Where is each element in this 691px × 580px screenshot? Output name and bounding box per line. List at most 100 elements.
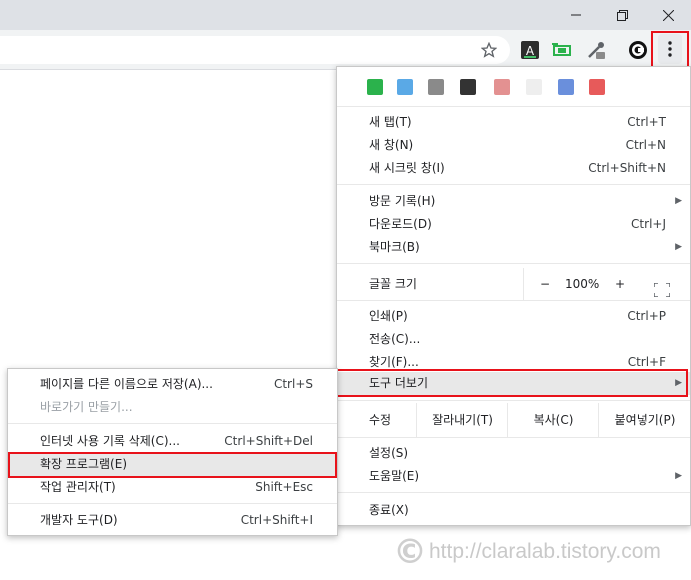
menu-item-find[interactable]: 찾기(F)... Ctrl+F [337,351,690,374]
menu-item-cast[interactable]: 전송(C)... [337,328,690,351]
menu-item-print[interactable]: 인쇄(P) Ctrl+P [337,305,690,328]
menu-item-shortcut: Ctrl+P [627,309,666,323]
zoom-out-button[interactable]: − [540,268,550,300]
extension-c-button[interactable] [626,38,650,62]
restore-button[interactable] [599,0,645,30]
menu-separator [337,400,690,401]
extension-swatch[interactable] [494,79,510,95]
menu-item-new-tab[interactable]: 새 탭(T) Ctrl+T [337,111,690,134]
menu-separator [8,503,337,504]
menu-item-bookmarks[interactable]: 북마크(B) ▶ [337,236,690,259]
chrome-menu-button[interactable] [658,34,682,64]
menu-item-label: 찾기(F)... [369,355,419,369]
fullscreen-icon [653,282,671,298]
copy-button[interactable]: 복사(C) [507,403,599,437]
menu-separator [337,106,690,107]
menu-separator [337,492,690,493]
extension-swatches [337,67,690,105]
submenu-item-shortcut: Shift+Esc [255,480,313,494]
menu-item-settings[interactable]: 설정(S) [337,442,690,465]
menu-separator [337,184,690,185]
menu-item-shortcut: Ctrl+N [625,138,666,152]
submenu-item-extensions[interactable]: 확장 프로그램(E) [8,453,337,476]
menu-item-new-window[interactable]: 새 창(N) Ctrl+N [337,134,690,157]
menu-item-label: 설정(S) [369,446,409,460]
submenu-item-label: 작업 관리자(T) [40,480,116,494]
extension-swatch[interactable] [428,79,444,95]
submenu-item-dev-tools[interactable]: 개발자 도구(D) Ctrl+Shift+I [8,509,337,532]
extension-c-icon [629,41,647,59]
menu-item-shortcut: Ctrl+J [631,217,666,231]
chrome-main-menu: 새 탭(T) Ctrl+T 새 창(N) Ctrl+N 새 시크릿 창(I) C… [336,66,691,526]
extension-a-icon: A [521,41,539,59]
submenu-item-clear-data[interactable]: 인터넷 사용 기록 삭제(C)... Ctrl+Shift+Del [8,430,337,453]
menu-item-label: 방문 기록(H) [369,194,436,208]
submenu-item-task-manager[interactable]: 작업 관리자(T) Shift+Esc [8,476,337,499]
submenu-item-shortcut: Ctrl+Shift+Del [224,434,313,448]
edit-row: 수정 잘라내기(T) 복사(C) 붙여넣기(P) [337,403,690,437]
edit-label: 수정 [369,413,392,427]
menu-item-label: 새 창(N) [369,138,414,152]
extension-swatch[interactable] [558,79,574,95]
fullscreen-button[interactable] [653,277,671,298]
menu-item-label: 새 시크릿 창(I) [369,161,445,175]
zoom-controls: − 100% + [523,268,691,300]
extension-swatch[interactable] [397,79,413,95]
minimize-button[interactable] [553,0,599,30]
menu-item-downloads[interactable]: 다운로드(D) Ctrl+J [337,213,690,236]
extension-swatch[interactable] [589,79,605,95]
watermark-text: http://claralab.tistory.com [429,540,661,563]
menu-separator [337,437,690,438]
menu-separator [337,263,690,264]
submenu-arrow-icon: ▶ [675,378,682,388]
watermark: © http://claralab.tistory.com [393,532,661,572]
menu-item-shortcut: Ctrl+Shift+N [588,161,666,175]
menu-item-label: 북마크(B) [369,240,420,254]
title-bar [0,0,691,30]
menu-item-more-tools[interactable]: 도구 더보기 ▶ [337,372,690,395]
extension-swatch[interactable] [460,79,476,95]
minimize-icon [571,14,581,16]
submenu-item-label: 개발자 도구(D) [40,513,118,527]
extension-swatch[interactable] [526,79,542,95]
submenu-arrow-icon: ▶ [675,242,682,252]
submenu-arrow-icon: ▶ [675,471,682,481]
menu-item-label: 종료(X) [369,503,409,517]
address-bar[interactable] [0,36,510,64]
submenu-item-shortcut: Ctrl+Shift+I [240,513,313,527]
zoom-in-button[interactable]: + [615,268,625,300]
extension-capture-button[interactable] [550,38,574,62]
menu-item-label: 다운로드(D) [369,217,432,231]
menu-item-help[interactable]: 도움말(E) ▶ [337,465,690,488]
cut-button[interactable]: 잘라내기(T) [416,403,508,437]
menu-separator [337,300,690,301]
kebab-menu-icon [668,41,672,57]
menu-item-label: 전송(C)... [369,332,421,346]
svg-text:A: A [526,44,535,58]
browser-toolbar: A [0,30,691,70]
menu-item-label: 도움말(E) [369,469,420,483]
clara-logo-icon: © [393,532,427,572]
close-button[interactable] [645,0,691,30]
restore-icon [616,9,628,21]
zoom-level: 100% [565,277,600,291]
zoom-label: 글꼴 크기 [369,277,417,291]
zoom-row: 글꼴 크기 − 100% + [337,268,690,300]
more-tools-submenu: 페이지를 다른 이름으로 저장(A)... Ctrl+S 바로가기 만들기...… [7,368,338,536]
submenu-item-save-page[interactable]: 페이지를 다른 이름으로 저장(A)... Ctrl+S [8,373,337,396]
menu-item-label: 인쇄(P) [369,309,408,323]
bookmark-star-button[interactable] [477,38,501,62]
menu-item-shortcut: Ctrl+F [627,355,666,369]
menu-item-exit[interactable]: 종료(X) [337,499,690,522]
menu-item-label: 도구 더보기 [369,376,429,390]
extension-swatch[interactable] [367,79,383,95]
eyedropper-button[interactable] [584,38,608,62]
extension-a-button[interactable]: A [518,38,542,62]
menu-item-shortcut: Ctrl+T [627,115,666,129]
menu-separator [8,423,337,424]
paste-button[interactable]: 붙여넣기(P) [598,403,691,437]
menu-item-new-incognito[interactable]: 새 시크릿 창(I) Ctrl+Shift+N [337,157,690,180]
menu-item-history[interactable]: 방문 기록(H) ▶ [337,190,690,213]
eyedropper-icon [588,42,605,59]
menu-item-label: 새 탭(T) [369,115,412,129]
